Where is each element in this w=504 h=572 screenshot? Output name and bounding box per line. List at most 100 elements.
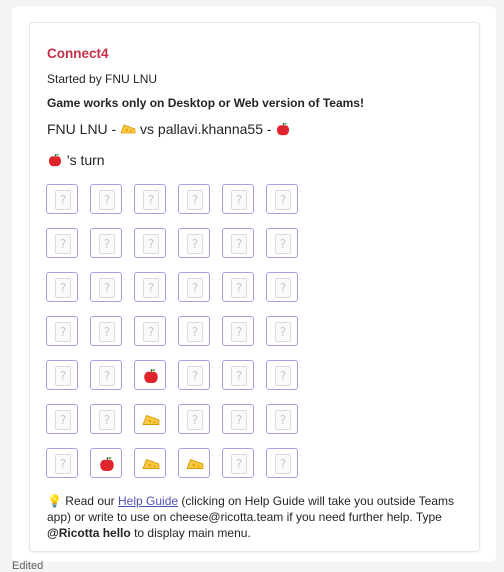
board-cell[interactable]: ? (178, 184, 210, 214)
board-cell[interactable]: ? (46, 448, 78, 478)
cheese-icon (120, 124, 136, 134)
empty-slot-icon: ? (187, 366, 203, 386)
board-cell[interactable] (134, 360, 166, 390)
empty-slot-icon: ? (55, 190, 71, 210)
empty-slot-icon: ? (99, 190, 115, 210)
board-cell[interactable]: ? (134, 228, 166, 258)
board-cell[interactable]: ? (222, 404, 254, 434)
connect4-card: Connect4 Started by FNU LNU Game works o… (29, 22, 480, 552)
edited-label: Edited (12, 560, 44, 572)
board-cell[interactable]: ? (266, 360, 298, 390)
board-cell[interactable]: ? (134, 316, 166, 346)
board-cell[interactable]: ? (90, 360, 122, 390)
board-cell[interactable]: ? (222, 316, 254, 346)
empty-slot-icon: ? (275, 190, 291, 210)
board-cell[interactable]: ? (266, 448, 298, 478)
lightbulb-icon: 💡 (47, 494, 62, 508)
help-footer: 💡 Read our Help Guide (clicking on Help … (47, 493, 467, 541)
board-cell[interactable]: ? (266, 184, 298, 214)
empty-slot-icon: ? (187, 190, 203, 210)
players-line: FNU LNU - vs pallavi.khanna55 - (47, 121, 291, 137)
empty-slot-icon: ? (275, 366, 291, 386)
board-cell[interactable]: ? (134, 272, 166, 302)
board-cell[interactable]: ? (46, 272, 78, 302)
empty-slot-icon: ? (99, 410, 115, 430)
empty-slot-icon: ? (143, 322, 159, 342)
empty-slot-icon: ? (143, 278, 159, 298)
board-cell[interactable] (178, 448, 210, 478)
board-cell[interactable]: ? (90, 316, 122, 346)
empty-slot-icon: ? (187, 278, 203, 298)
board-cell[interactable] (134, 448, 166, 478)
empty-slot-icon: ? (187, 234, 203, 254)
empty-slot-icon: ? (143, 190, 159, 210)
empty-slot-icon: ? (187, 410, 203, 430)
message-container: Connect4 Started by FNU LNU Game works o… (12, 6, 496, 562)
board-cell[interactable]: ? (134, 184, 166, 214)
turn-indicator: 's turn (47, 152, 105, 168)
board-cell[interactable]: ? (46, 228, 78, 258)
cheese-icon (142, 414, 160, 425)
empty-slot-icon: ? (231, 278, 247, 298)
board-cell[interactable]: ? (222, 448, 254, 478)
empty-slot-icon: ? (275, 410, 291, 430)
board-cell[interactable]: ? (46, 316, 78, 346)
empty-slot-icon: ? (275, 322, 291, 342)
board-cell[interactable]: ? (222, 228, 254, 258)
board-cell[interactable]: ? (266, 316, 298, 346)
cheese-icon (186, 458, 204, 469)
empty-slot-icon: ? (55, 366, 71, 386)
apple-icon (100, 457, 114, 472)
board-cell[interactable]: ? (46, 404, 78, 434)
player1-name: FNU LNU - (47, 121, 117, 137)
empty-slot-icon: ? (99, 234, 115, 254)
footer-command: @Ricotta hello (47, 526, 131, 540)
vs-text: vs pallavi.khanna55 - (140, 121, 272, 137)
apple-icon (277, 122, 290, 136)
empty-slot-icon: ? (55, 322, 71, 342)
board-cell[interactable]: ? (222, 272, 254, 302)
empty-slot-icon: ? (231, 190, 247, 210)
board-cell[interactable]: ? (222, 360, 254, 390)
desktop-warning: Game works only on Desktop or Web versio… (47, 96, 364, 110)
board-cell[interactable]: ? (46, 360, 78, 390)
empty-slot-icon: ? (231, 366, 247, 386)
empty-slot-icon: ? (231, 234, 247, 254)
board-cell[interactable]: ? (178, 404, 210, 434)
board-cell[interactable]: ? (178, 228, 210, 258)
board-cell[interactable]: ? (90, 404, 122, 434)
started-by-text: Started by FNU LNU (47, 72, 158, 86)
board-cell[interactable]: ? (178, 360, 210, 390)
apple-icon (49, 153, 61, 167)
empty-slot-icon: ? (231, 322, 247, 342)
empty-slot-icon: ? (55, 410, 71, 430)
board-cell[interactable]: ? (178, 272, 210, 302)
footer-suffix: to display main menu. (134, 526, 251, 540)
card-title: Connect4 (47, 46, 109, 61)
empty-slot-icon: ? (187, 322, 203, 342)
board-cell[interactable]: ? (266, 404, 298, 434)
board-cell[interactable]: ? (266, 272, 298, 302)
board-cell[interactable]: ? (90, 272, 122, 302)
board-cell[interactable]: ? (178, 316, 210, 346)
empty-slot-icon: ? (275, 278, 291, 298)
empty-slot-icon: ? (99, 278, 115, 298)
empty-slot-icon: ? (55, 278, 71, 298)
apple-icon (144, 369, 158, 384)
board-cell[interactable]: ? (90, 184, 122, 214)
board-cell[interactable]: ? (266, 228, 298, 258)
empty-slot-icon: ? (99, 366, 115, 386)
board-cell[interactable]: ? (46, 184, 78, 214)
turn-text: 's turn (66, 152, 105, 168)
board-cell[interactable] (134, 404, 166, 434)
empty-slot-icon: ? (143, 234, 159, 254)
cheese-icon (142, 458, 160, 469)
help-guide-link[interactable]: Help Guide (118, 494, 178, 508)
empty-slot-icon: ? (275, 454, 291, 474)
board-cell[interactable]: ? (90, 228, 122, 258)
empty-slot-icon: ? (231, 410, 247, 430)
board-cell[interactable] (90, 448, 122, 478)
empty-slot-icon: ? (55, 454, 71, 474)
empty-slot-icon: ? (275, 234, 291, 254)
board-cell[interactable]: ? (222, 184, 254, 214)
